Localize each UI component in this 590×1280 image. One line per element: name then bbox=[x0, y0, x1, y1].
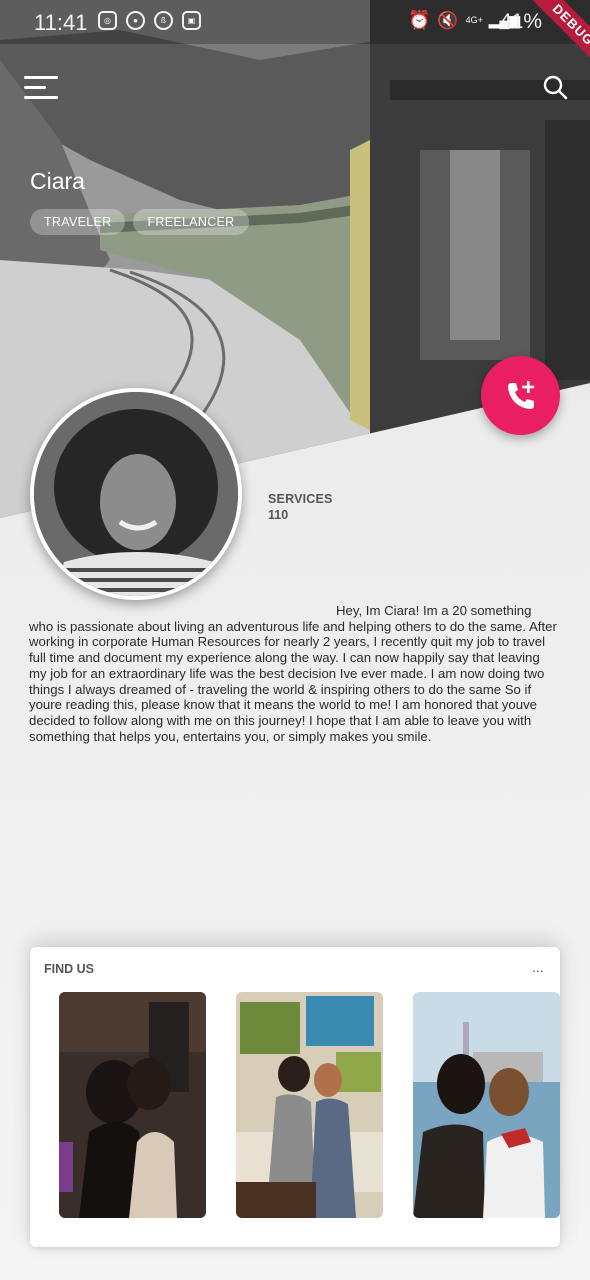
avatar-photo bbox=[34, 392, 238, 596]
line-icon: ● bbox=[126, 11, 145, 30]
menu-icon bbox=[24, 76, 58, 79]
gallery-photo-1[interactable] bbox=[59, 992, 206, 1218]
gallery-photo-2[interactable] bbox=[236, 992, 383, 1218]
menu-icon-line-3 bbox=[24, 96, 58, 99]
menu-icon-line-2 bbox=[24, 86, 46, 89]
menu-button[interactable] bbox=[24, 74, 58, 100]
more-options-button[interactable]: ... bbox=[532, 959, 544, 975]
find-us-card: FIND US ... bbox=[30, 947, 560, 1247]
status-time: 11:41 bbox=[34, 10, 88, 35]
tag-freelancer[interactable]: FREELANCER bbox=[133, 209, 249, 235]
instagram-icon: ◎ bbox=[98, 11, 117, 30]
phone-plus-icon bbox=[507, 380, 534, 409]
battery-level: 41% bbox=[500, 10, 543, 33]
tag-list: TRAVELER FREELANCER bbox=[30, 209, 249, 235]
mute-icon: 🔇 bbox=[437, 10, 459, 30]
services-label: SERVICES bbox=[268, 492, 333, 506]
tag-traveler[interactable]: TRAVELER bbox=[30, 209, 126, 235]
profile-name: Ciara bbox=[30, 168, 85, 194]
gallery-icon: ▣ bbox=[182, 11, 201, 30]
add-call-button[interactable] bbox=[481, 356, 560, 435]
search-icon bbox=[543, 75, 568, 100]
alarm-icon: ⏰ bbox=[408, 10, 431, 30]
circle-icon: ß bbox=[154, 11, 173, 30]
profile-bio: Hey, Im Ciara! Im a 20 something who is … bbox=[29, 603, 557, 744]
network-icon: 4G+ bbox=[465, 15, 483, 25]
services-count: 110 bbox=[268, 508, 289, 522]
search-button[interactable] bbox=[542, 74, 570, 102]
find-us-title: FIND US bbox=[44, 962, 94, 976]
gallery-photo-3[interactable] bbox=[413, 992, 560, 1218]
status-bar: 11:41 ◎ ● ß ▣ ⏰ 🔇 4G+ ▂▄▆ 41% DEBUG bbox=[0, 0, 590, 72]
avatar[interactable] bbox=[30, 388, 242, 600]
